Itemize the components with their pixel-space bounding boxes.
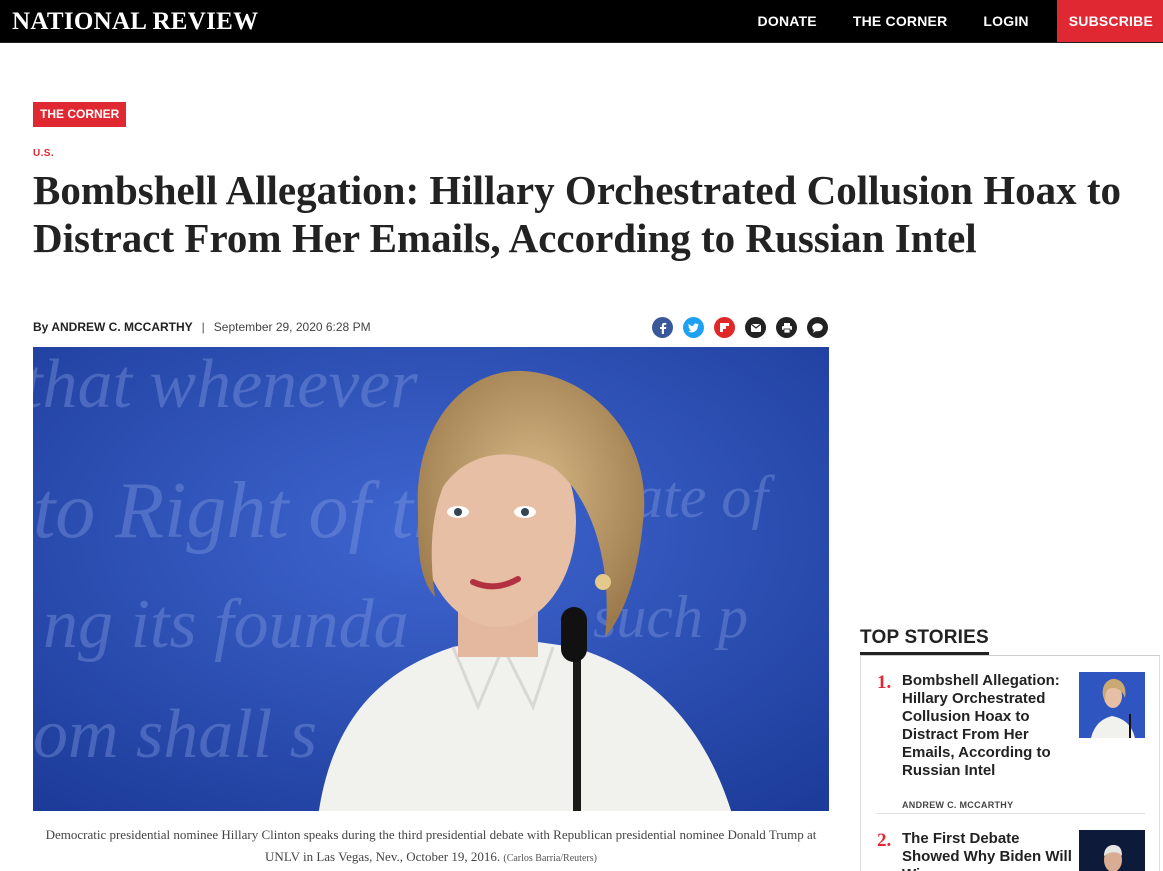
top-stories-list: 1. Bombshell Allegation: Hillary Orchest… xyxy=(860,655,1160,871)
site-logo[interactable]: NATIONAL REVIEW xyxy=(12,6,258,38)
top-story-item[interactable]: 2. The First Debate Showed Why Biden Wil… xyxy=(877,830,1147,871)
login-link[interactable]: LOGIN xyxy=(965,0,1046,42)
svg-text:that whenever: that whenever xyxy=(33,347,418,423)
story-author[interactable]: ANDREW C. MCCARTHY xyxy=(902,800,1013,810)
byline: By ANDREW C. MCCARTHY | September 29, 20… xyxy=(33,320,371,334)
photo-credit: (Carlos Barria/Reuters) xyxy=(503,853,597,864)
publish-date: September 29, 2020 6:28 PM xyxy=(213,320,371,334)
subscribe-button[interactable]: SUBSCRIBE xyxy=(1056,0,1163,42)
top-navigation-bar: NATIONAL REVIEW DONATE THE CORNER LOGIN … xyxy=(0,0,1163,43)
svg-text:ng its founda: ng its founda xyxy=(43,586,409,663)
story-number: 2. xyxy=(877,830,892,851)
byline-separator: | xyxy=(201,320,205,334)
email-icon[interactable] xyxy=(745,317,766,338)
byline-prefix: By xyxy=(33,320,49,334)
svg-text:om shall s: om shall s xyxy=(33,696,317,773)
share-toolbar xyxy=(652,317,828,338)
twitter-icon[interactable] xyxy=(683,317,704,338)
article-headline: Bombshell Allegation: Hillary Orchestrat… xyxy=(33,167,1122,261)
story-title[interactable]: Bombshell Allegation: Hillary Orchestrat… xyxy=(902,672,1074,780)
facebook-icon[interactable] xyxy=(652,317,673,338)
donate-link[interactable]: DONATE xyxy=(740,0,835,42)
top-stories-heading: TOP STORIES xyxy=(860,627,989,655)
section-tag[interactable]: THE CORNER xyxy=(33,102,127,127)
story-thumbnail[interactable] xyxy=(1079,830,1145,871)
story-number: 1. xyxy=(877,672,892,693)
caption-text: Democratic presidential nominee Hillary … xyxy=(45,827,817,864)
story-thumbnail[interactable] xyxy=(1079,672,1145,738)
story-divider xyxy=(877,813,1145,814)
flipboard-icon[interactable] xyxy=(714,317,735,338)
print-icon[interactable] xyxy=(776,317,797,338)
hero-image: that whenever to Right of the ng its fou… xyxy=(33,347,829,811)
main-nav: DONATE THE CORNER LOGIN SUBSCRIBE xyxy=(740,0,1163,42)
story-title[interactable]: The First Debate Showed Why Biden Will W… xyxy=(902,830,1074,871)
comment-icon[interactable] xyxy=(807,317,828,338)
top-story-item[interactable]: 1. Bombshell Allegation: Hillary Orchest… xyxy=(877,672,1147,812)
the-corner-link[interactable]: THE CORNER xyxy=(835,0,966,42)
category-kicker[interactable]: U.S. xyxy=(33,148,54,159)
author-link[interactable]: ANDREW C. MCCARTHY xyxy=(51,320,192,334)
image-caption: Democratic presidential nominee Hillary … xyxy=(33,824,829,870)
